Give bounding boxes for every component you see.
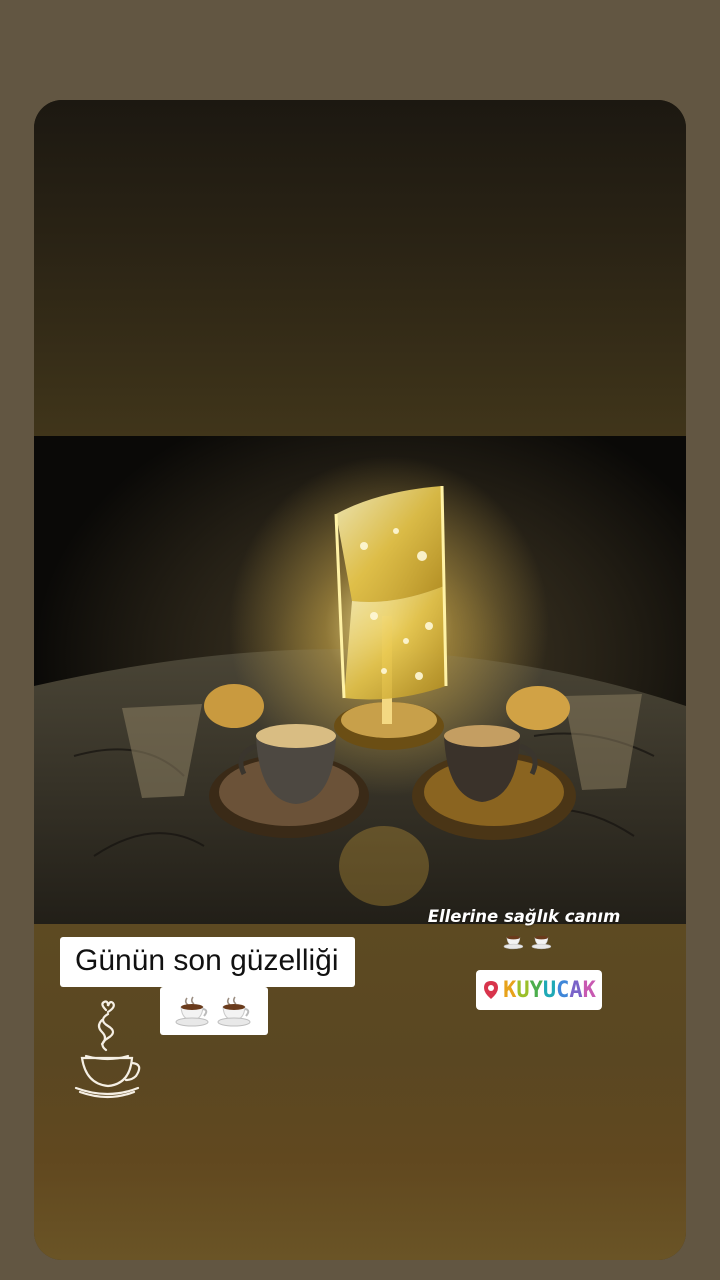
location-letter: A [569,977,583,1003]
location-letter: C [556,977,570,1003]
location-letter: K [503,977,517,1003]
location-letter: U [542,977,557,1003]
location-letter: U [516,977,530,1003]
caption-right-text[interactable]: Ellerine sağlık canım [414,905,634,929]
coffee-cup-icon [503,935,524,950]
steaming-coffee-cup-icon [74,1000,141,1099]
location-letter: Y [529,977,543,1003]
caption-text-sticker[interactable]: Günün son güzelliği [60,937,355,987]
location-letter: K [582,977,596,1003]
location-sticker[interactable]: KUYUCAK [476,970,602,1010]
location-pin-icon [484,981,499,999]
caption-emoji-sticker[interactable] [160,987,268,1035]
story-background-top [34,100,686,436]
coffee-cup-icon [217,996,251,1027]
coffee-cup-icon [175,996,209,1027]
coffee-cup-icon [531,935,552,950]
caption-right-emoji [502,930,554,952]
location-label: KUYUCAK [503,978,596,1003]
story-photo [34,436,686,924]
